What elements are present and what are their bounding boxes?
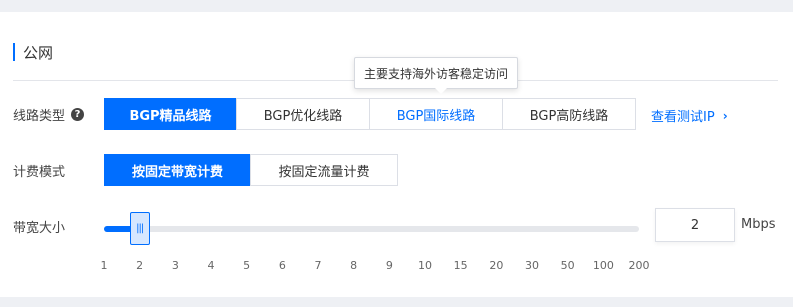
billing-option-fixed-bandwidth[interactable]: 按固定带宽计费: [104, 154, 251, 186]
line-type-label-group: 线路类型 ?: [13, 105, 85, 124]
chevron-right-icon: ›: [722, 108, 728, 123]
bandwidth-tick-label: 50: [560, 259, 575, 272]
bandwidth-label: 带宽大小: [13, 220, 66, 236]
line-type-label: 线路类型: [13, 108, 66, 124]
billing-selector: 按固定带宽计费 按固定流量计费: [104, 154, 398, 186]
line-type-option-bgp-premium[interactable]: BGP精品线路: [104, 98, 237, 130]
line-type-option-bgp-optimized[interactable]: BGP优化线路: [236, 98, 370, 130]
bandwidth-label-group: 带宽大小: [13, 217, 66, 236]
bandwidth-tick-label: 7: [314, 259, 322, 272]
section-title: 公网: [13, 42, 53, 62]
bandwidth-tick-label: 9: [385, 259, 393, 272]
bandwidth-tick-label: 8: [350, 259, 358, 272]
question-circle-icon[interactable]: ?: [71, 107, 85, 121]
bandwidth-tick-label: 3: [171, 259, 179, 272]
bandwidth-tick-label: 1: [100, 259, 108, 272]
tooltip-arrow: [435, 88, 447, 94]
bandwidth-tick-label: 100: [592, 259, 614, 272]
slider-grip-icon: |||: [136, 223, 144, 234]
billing-label: 计费模式: [13, 164, 66, 180]
view-test-ip-label: 查看测试IP: [651, 110, 715, 125]
bandwidth-tick-label: 5: [243, 259, 251, 272]
line-type-tooltip: 主要支持海外访客稳定访问: [354, 57, 518, 89]
bandwidth-tick-label: 20: [489, 259, 504, 272]
bandwidth-tick-label: 30: [525, 259, 539, 272]
bandwidth-tick-label: 15: [453, 259, 468, 272]
section-title-text: 公网: [23, 43, 54, 62]
view-test-ip-link[interactable]: 查看测试IP ›: [651, 106, 728, 126]
billing-label-group: 计费模式: [13, 161, 66, 180]
bottom-background-strip: [0, 297, 793, 307]
bandwidth-slider-handle[interactable]: |||: [129, 212, 150, 245]
line-type-selector: BGP精品线路 BGP优化线路 BGP国际线路 BGP高防线路: [104, 98, 636, 130]
bandwidth-tick-label: 2: [136, 259, 144, 272]
bandwidth-tick-label: 10: [418, 259, 432, 272]
tooltip-text: 主要支持海外访客稳定访问: [363, 66, 508, 81]
section-title-accent-bar: [13, 43, 15, 61]
bandwidth-tick-label: 200: [628, 259, 650, 272]
bandwidth-unit: Mbps: [741, 217, 776, 232]
top-background-strip: [0, 0, 793, 12]
bandwidth-tick-label: 4: [207, 259, 215, 272]
bandwidth-input[interactable]: [655, 208, 735, 242]
bandwidth-tick-label: 6: [278, 259, 286, 272]
billing-option-fixed-traffic[interactable]: 按固定流量计费: [250, 154, 398, 186]
line-type-option-bgp-ddos[interactable]: BGP高防线路: [502, 98, 636, 130]
bandwidth-slider-track[interactable]: [104, 226, 639, 232]
bandwidth-ticks: 1 2 3 4 5 6 7 8 9 10 15 20 30 50 100 200: [0, 259, 793, 273]
line-type-option-bgp-international[interactable]: BGP国际线路: [369, 98, 503, 130]
